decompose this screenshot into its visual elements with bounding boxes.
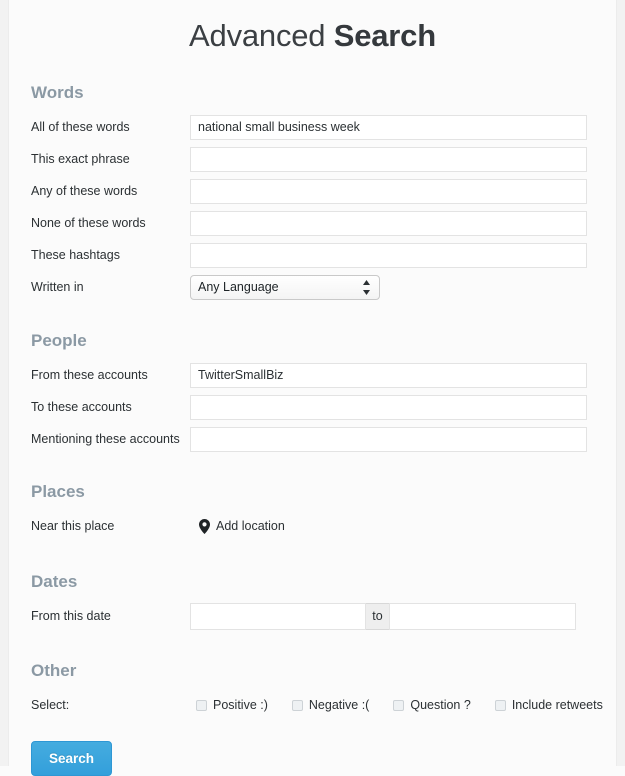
checkbox-negative-label: Negative :( [308, 698, 370, 712]
checkbox-include-retweets-box[interactable] [494, 699, 506, 711]
checkbox-include-retweets[interactable]: Include retweets [494, 698, 603, 712]
checkbox-question-box[interactable] [393, 699, 405, 711]
label-mentioning-these-accounts: Mentioning these accounts [31, 432, 180, 446]
input-none-of-these-words[interactable] [190, 210, 587, 236]
section-heading-places: Places [31, 482, 85, 501]
input-these-hashtags[interactable] [190, 242, 587, 268]
field-near-this-place: Add location [190, 518, 615, 534]
map-pin-icon [199, 518, 210, 534]
input-mentioning-these-accounts[interactable] [190, 426, 587, 452]
checkbox-negative-box[interactable] [291, 699, 303, 711]
add-location-button[interactable]: Add location [199, 518, 285, 534]
checkbox-positive-box[interactable] [196, 699, 207, 711]
row-to-these-accounts: To these accounts [10, 391, 615, 423]
field-these-hashtags [190, 242, 615, 268]
page-title-bold: Search [333, 18, 436, 53]
page-title-light: Advanced [189, 18, 326, 53]
section-heading-people: People [31, 331, 87, 350]
search-button[interactable]: Search [31, 741, 113, 776]
field-mentioning-these-accounts [190, 426, 615, 452]
page-right-edge [616, 0, 625, 766]
section-heading-other: Other [31, 661, 77, 680]
row-these-hashtags: These hashtags [10, 239, 615, 271]
row-from-this-date: From this date to [10, 600, 615, 632]
label-any-of-these-words: Any of these words [31, 184, 138, 198]
checkbox-positive[interactable]: Positive :) [196, 698, 268, 712]
label-written-in: Written in [31, 280, 84, 294]
row-near-this-place: Near this place Add location [10, 510, 615, 542]
field-to-these-accounts [190, 394, 615, 420]
input-from-these-accounts[interactable] [190, 362, 587, 388]
date-range-separator: to [366, 602, 389, 630]
page-title: Advanced Search [10, 0, 615, 54]
page-left-edge [0, 0, 9, 766]
advanced-search-page: Advanced Search Words All of these words… [0, 0, 625, 776]
field-none-of-these-words [190, 210, 615, 236]
checkbox-question-label: Question ? [410, 698, 471, 712]
checkbox-question[interactable]: Question ? [393, 698, 471, 712]
label-none-of-these-words: None of these words [31, 216, 146, 230]
add-location-label: Add location [216, 519, 285, 533]
row-any-of-these-words: Any of these words [10, 175, 615, 207]
field-this-exact-phrase [190, 146, 615, 172]
label-from-this-date: From this date [31, 609, 111, 623]
label-this-exact-phrase: This exact phrase [31, 152, 130, 166]
label-these-hashtags: These hashtags [31, 248, 120, 262]
label-near-this-place: Near this place [31, 519, 115, 533]
input-date-to[interactable] [389, 602, 576, 630]
row-written-in: Written in Any Language [10, 271, 615, 303]
language-select-wrapper: Any Language [190, 274, 380, 300]
row-other-select: Select: Positive :) Negative :( Question… [10, 689, 615, 721]
checkbox-negative[interactable]: Negative :( [291, 698, 370, 712]
input-any-of-these-words[interactable] [190, 178, 587, 204]
page-content: Advanced Search Words All of these words… [10, 0, 615, 776]
row-from-these-accounts: From these accounts [10, 359, 615, 391]
field-written-in: Any Language [190, 274, 615, 300]
input-all-of-these-words[interactable] [190, 114, 587, 140]
checkbox-positive-label: Positive :) [213, 698, 268, 712]
input-to-these-accounts[interactable] [190, 394, 587, 420]
label-other-select: Select: [31, 698, 70, 712]
field-from-these-accounts [190, 362, 615, 388]
date-range-group: to [190, 602, 576, 630]
row-this-exact-phrase: This exact phrase [10, 143, 615, 175]
input-this-exact-phrase[interactable] [190, 146, 587, 172]
field-all-of-these-words [190, 114, 615, 140]
language-select[interactable]: Any Language [190, 274, 380, 300]
field-date-range: to [190, 602, 615, 630]
field-other-checkboxes: Positive :) Negative :( Question ? Inclu… [190, 698, 615, 712]
input-date-from[interactable] [190, 602, 366, 630]
label-to-these-accounts: To these accounts [31, 400, 132, 414]
label-from-these-accounts: From these accounts [31, 368, 148, 382]
section-heading-dates: Dates [31, 572, 78, 591]
row-mentioning-these-accounts: Mentioning these accounts [10, 423, 615, 455]
row-all-of-these-words: All of these words [10, 111, 615, 143]
section-heading-words: Words [31, 83, 84, 102]
checkbox-group: Positive :) Negative :( Question ? Inclu… [190, 698, 603, 712]
label-all-of-these-words: All of these words [31, 120, 130, 134]
row-none-of-these-words: None of these words [10, 207, 615, 239]
field-any-of-these-words [190, 178, 615, 204]
checkbox-include-retweets-label: Include retweets [511, 698, 603, 712]
